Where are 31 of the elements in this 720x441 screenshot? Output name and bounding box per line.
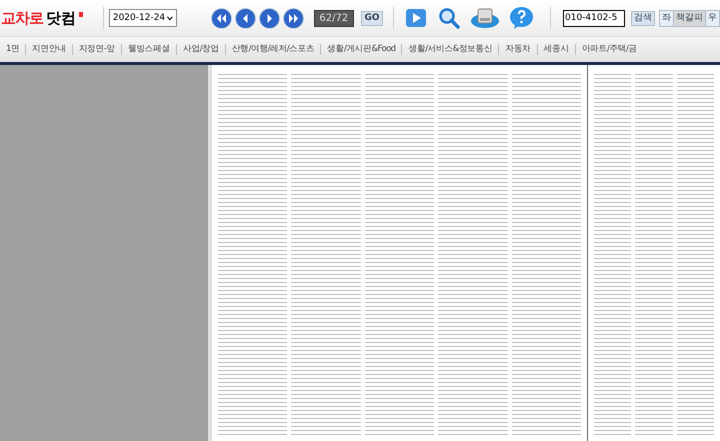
last-page-button[interactable] (282, 8, 304, 28)
search-button[interactable]: 검색 (631, 10, 655, 26)
go-button[interactable]: GO (360, 10, 384, 26)
nav-link[interactable]: 아파트/주택/금 (576, 43, 643, 56)
nav-link[interactable]: 산행/여행/레저/스포츠 (226, 43, 320, 56)
right-button[interactable]: 우 (705, 10, 720, 26)
nav-link[interactable]: 지면안내 (26, 43, 72, 56)
logo-badge-icon (79, 12, 83, 16)
nav-link[interactable]: 웰빙스페셜 (122, 43, 176, 56)
logo-text: 교차로 (1, 10, 43, 26)
first-page-button[interactable] (210, 8, 232, 28)
logo-text: 닷컴 (46, 10, 76, 26)
page-counter: 62/72 (314, 10, 354, 26)
print-icon[interactable] (470, 6, 500, 30)
nav-link[interactable]: 1면 (0, 43, 26, 56)
nav-link[interactable]: 사업/창업 (176, 43, 225, 56)
date-dropdown[interactable]: 2020-12-24 (108, 9, 177, 27)
help-icon[interactable] (509, 6, 534, 30)
phone-search-field[interactable]: 010-4102-5 (563, 10, 625, 26)
previous-page-button[interactable] (234, 8, 256, 28)
search-icon[interactable] (437, 6, 462, 30)
nav-link[interactable]: 생활/게시판&Food (321, 43, 402, 56)
chevron-down-icon (167, 16, 173, 20)
next-page-button[interactable] (258, 8, 280, 28)
video-icon[interactable] (404, 6, 428, 30)
left-button[interactable]: 좌 (659, 10, 674, 26)
bookmark-button[interactable]: 책갈피 (674, 10, 705, 26)
nav-link[interactable]: 지정면-앞 (72, 43, 121, 56)
nav-link[interactable]: 생활/서비스&정보통신 (402, 43, 498, 56)
nav-link[interactable]: 세종시 (538, 43, 575, 56)
nav-link[interactable]: 자동차 (499, 43, 537, 56)
